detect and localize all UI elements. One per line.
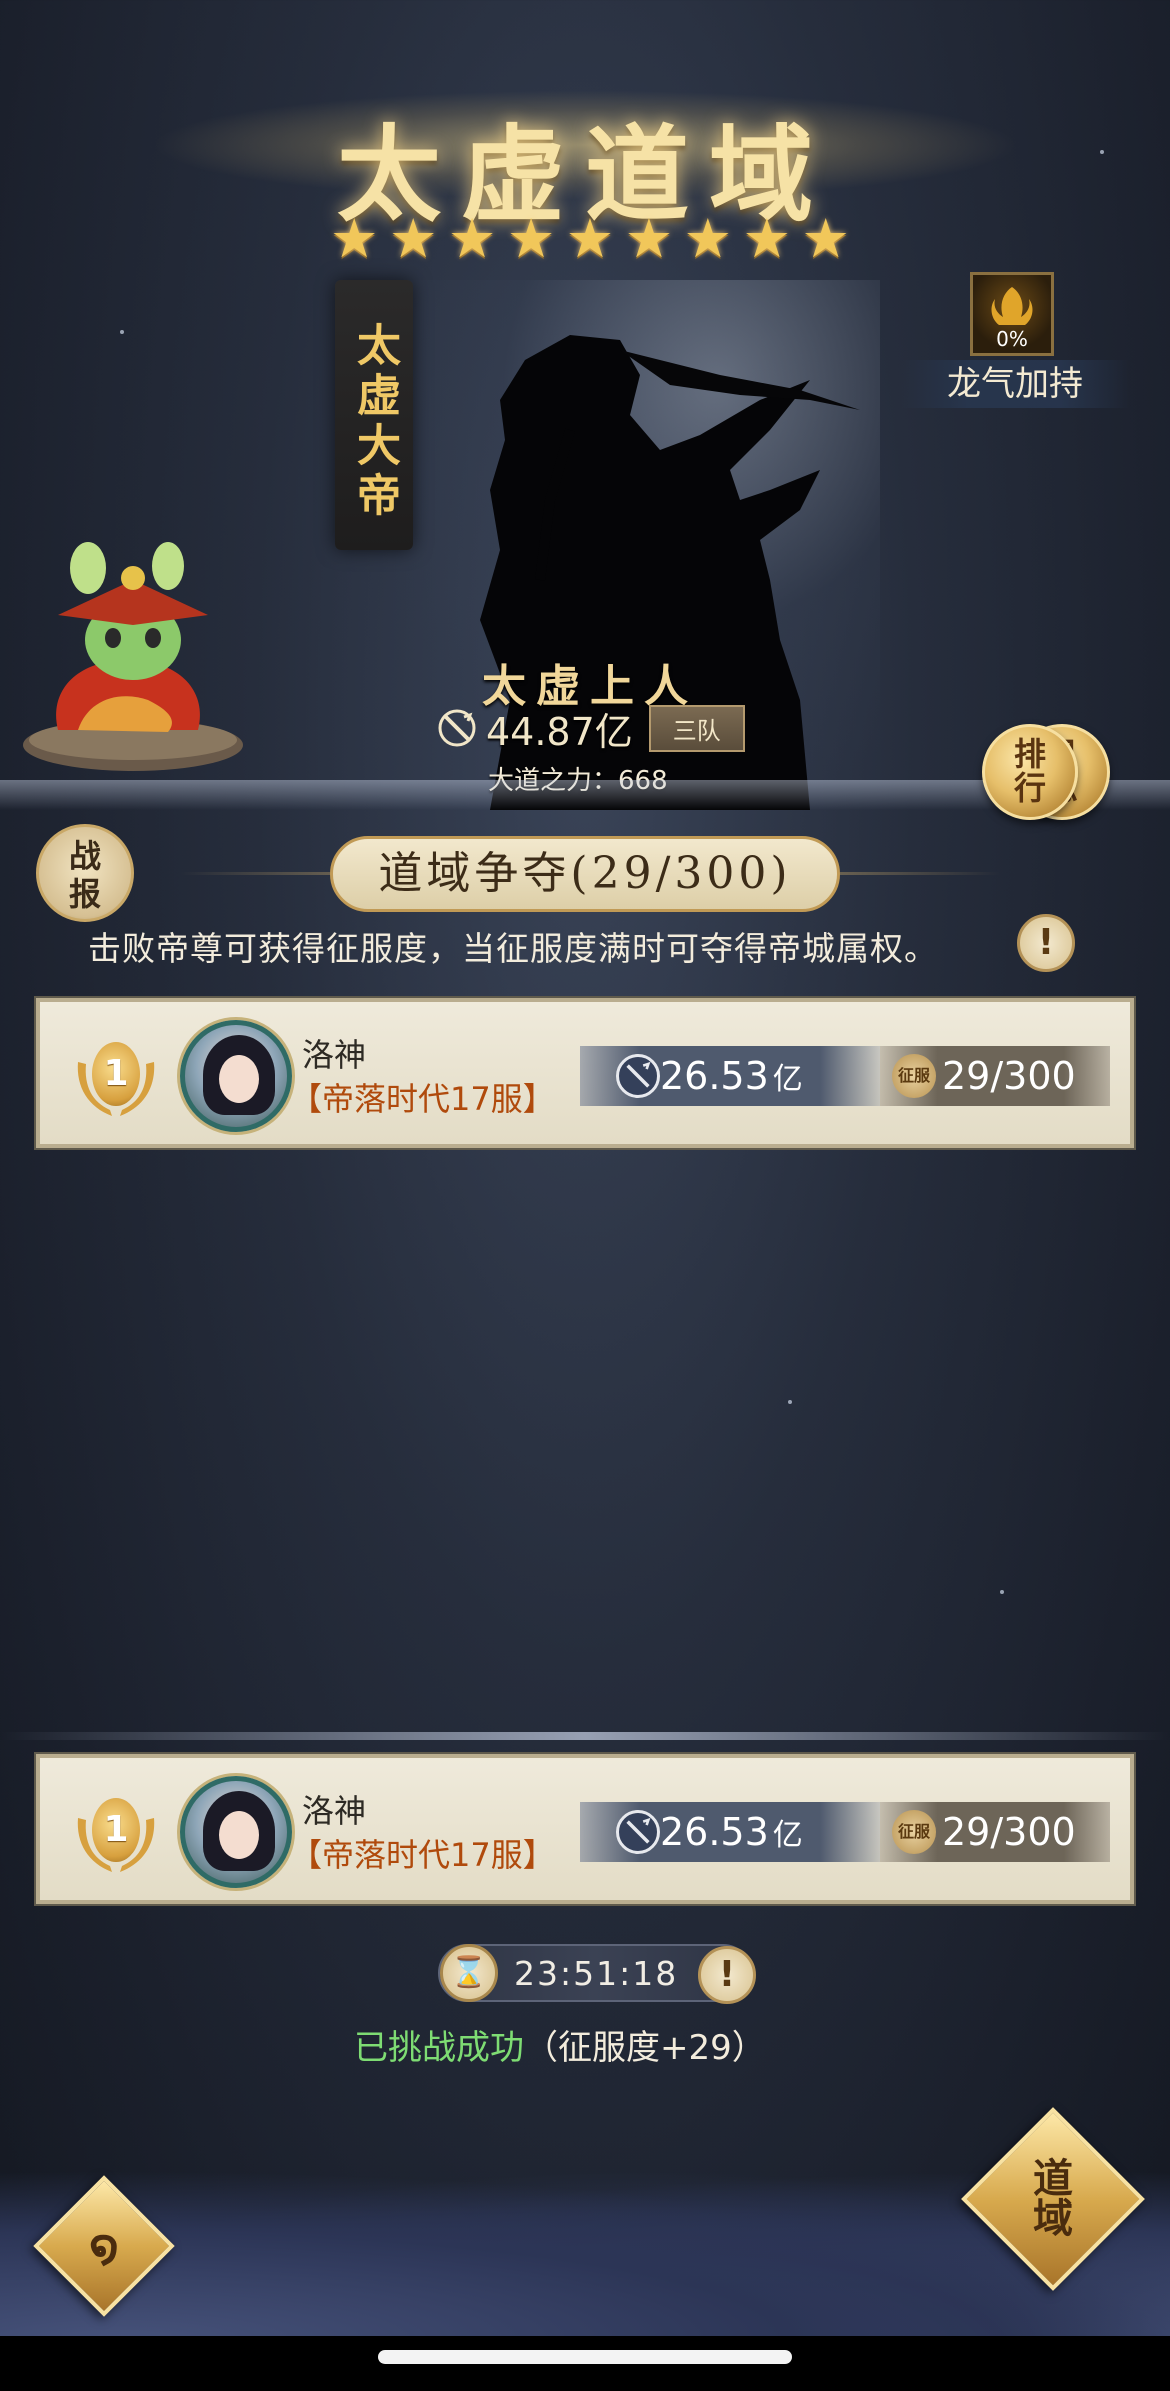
section-divider — [0, 1732, 1170, 1740]
avatar-face — [219, 1811, 259, 1859]
buff-label: 龙气加持 — [900, 360, 1130, 408]
star-icon: ★ — [624, 207, 674, 270]
title-emblem: 太虚道域 ★ ★ ★ ★ ★ ★ ★ ★ ★ — [150, 70, 1020, 266]
star-icon: ★ — [447, 207, 497, 270]
dragon-buff-icon[interactable]: 0% — [970, 272, 1054, 356]
avatar — [180, 1776, 292, 1888]
ranking-button[interactable]: 排行 — [982, 724, 1078, 820]
conquest-value: 29/300 — [942, 1810, 1076, 1854]
timer-info-button[interactable]: ! — [698, 1946, 756, 2004]
player-conquest: 征服 29/300 — [880, 1802, 1110, 1862]
conquest-icon: 征服 — [892, 1810, 936, 1854]
contest-info-button[interactable]: ! — [1017, 914, 1075, 972]
hero-power-value: 44.87亿 — [486, 709, 633, 754]
challenge-success: 已挑战成功 — [354, 2028, 524, 2068]
player-power: 26.53 亿 — [580, 1802, 880, 1862]
ranking-row[interactable]: 1 洛神 【帝落时代17服】 26.53 亿 征服 29/300 — [34, 996, 1136, 1150]
sparkle — [120, 330, 124, 334]
avatar — [180, 1020, 292, 1132]
rank-number: 1 — [92, 1042, 140, 1106]
player-power-unit: 亿 — [772, 1062, 803, 1097]
timer-value: 23:51:18 — [514, 1954, 679, 1993]
conquest-icon: 征服 — [892, 1054, 936, 1098]
my-ranking-row[interactable]: 1 洛神 【帝落时代17服】 26.53 亿 征服 29/300 — [34, 1752, 1136, 1906]
player-server: 【帝落时代17服】 — [290, 1080, 555, 1118]
rank-medal: 1 — [68, 1032, 164, 1122]
conquest-value: 29/300 — [942, 1054, 1076, 1098]
battle-report-label: 战报 — [68, 837, 101, 913]
star-icon: ★ — [330, 207, 379, 270]
player-conquest: 征服 29/300 — [880, 1046, 1110, 1106]
star-icon: ★ — [506, 207, 556, 270]
player-power-unit: 亿 — [772, 1818, 803, 1853]
player-server: 【帝落时代17服】 — [290, 1836, 555, 1874]
rank-medal: 1 — [68, 1788, 164, 1878]
combat-power-icon — [438, 709, 476, 747]
player-power: 26.53 亿 — [580, 1046, 880, 1106]
dao-domain-label: 道域 — [1033, 2155, 1073, 2242]
player-power-value: 26.53 — [660, 1810, 769, 1854]
sparkle — [1000, 1590, 1004, 1594]
home-indicator[interactable] — [378, 2350, 792, 2364]
hourglass-icon: ⌛ — [440, 1944, 498, 2002]
star-icon: ★ — [565, 207, 615, 270]
swirl-icon: ໑ — [89, 2219, 119, 2273]
battle-report-button[interactable]: 战报 — [36, 824, 134, 922]
contest-description: 击败帝尊可获得征服度，当征服度满时可夺得帝城属权。 — [88, 929, 938, 968]
player-name: 洛神 — [302, 1792, 367, 1830]
sparkle — [788, 1400, 792, 1404]
hero-power-row: 44.87亿 三队 — [436, 702, 745, 754]
dao-domain-label-wrap: 道域 — [992, 2138, 1114, 2260]
buff-percent: 0% — [996, 327, 1028, 351]
sparkle — [1100, 150, 1104, 154]
player-power-value: 26.53 — [660, 1054, 769, 1098]
contest-title: 道域争夺(29/300) — [330, 836, 840, 912]
team-tag: 三队 — [648, 704, 745, 752]
avatar-face — [219, 1055, 259, 1103]
star-rating: ★ ★ ★ ★ ★ ★ ★ ★ ★ — [330, 212, 850, 266]
mascot-character[interactable] — [18, 540, 248, 780]
star-icon: ★ — [683, 207, 733, 270]
rank-number: 1 — [92, 1798, 140, 1862]
title-banner: 太虚大帝 — [335, 280, 413, 550]
combat-power-icon — [616, 1054, 660, 1098]
star-icon: ★ — [742, 207, 791, 270]
banner-title: 太虚大帝 — [349, 322, 400, 522]
star-icon: ★ — [388, 207, 438, 270]
star-icon: ★ — [801, 207, 850, 270]
combat-power-icon — [616, 1810, 660, 1854]
challenge-detail: （征服度+29） — [524, 2028, 766, 2068]
back-icon-wrap: ໑ — [58, 2200, 150, 2292]
countdown-timer: ⌛ 23:51:18 ! — [438, 1944, 756, 2004]
player-name: 洛神 — [302, 1036, 367, 1074]
challenge-status: 已挑战成功（征服度+29） — [354, 2020, 766, 2069]
ranking-label: 排行 — [1013, 735, 1046, 807]
